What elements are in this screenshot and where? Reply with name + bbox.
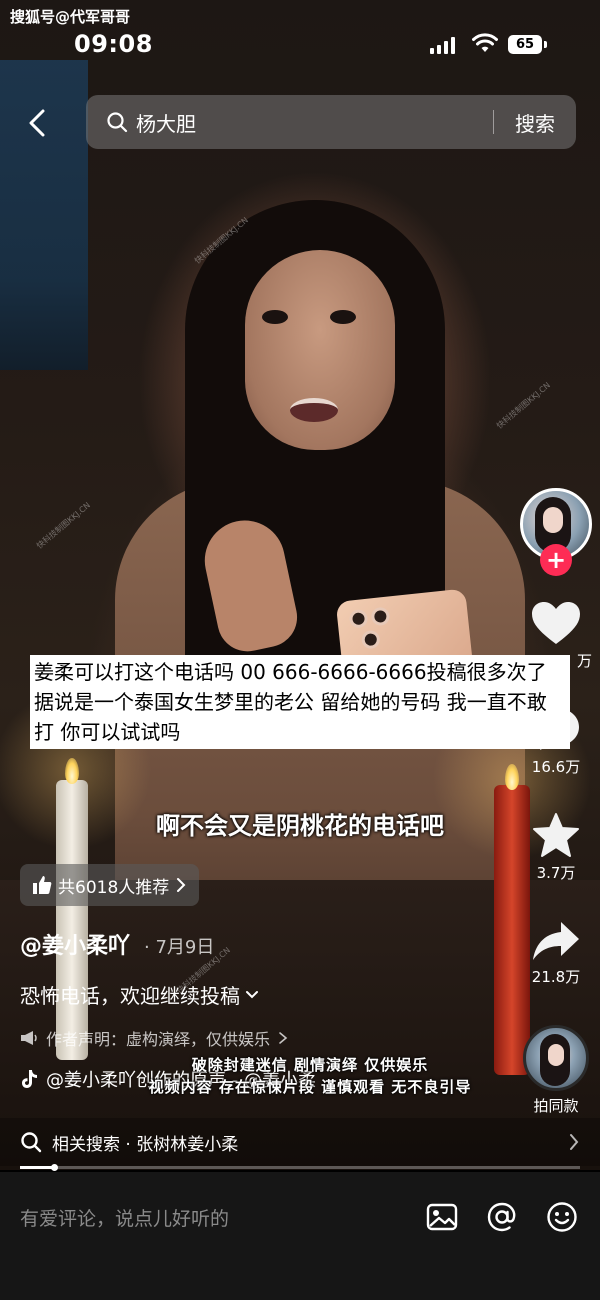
music-disc-button[interactable]: 拍同款 [520, 1025, 592, 1116]
comment-input[interactable]: 有爱评论，说点儿好听的 [20, 1204, 229, 1231]
video-progress-bar[interactable] [20, 1164, 580, 1171]
share-count: 21.8万 [531, 968, 581, 986]
heart-icon [532, 602, 580, 644]
same-style-label: 拍同款 [533, 1097, 579, 1115]
video-overlay-subtitle: 破除封建迷信 剧情演绎 仅供娱乐 [191, 1056, 429, 1074]
video-person-mouth [290, 398, 338, 422]
mention-icon[interactable] [485, 1200, 519, 1234]
back-button[interactable] [20, 105, 54, 141]
video-person-eye [330, 310, 356, 324]
emoji-icon[interactable] [545, 1200, 579, 1234]
overlay-text-card: 姜柔可以打这个电话吗 00 666-6666-6666投稿很多次了 据说是一个泰… [30, 655, 570, 749]
tiktok-note-icon [22, 1070, 37, 1088]
progress-fill [20, 1166, 54, 1169]
wifi-icon [472, 33, 498, 52]
related-search-text: 相关搜索 · 张树林姜小柔 [52, 1134, 239, 1155]
comment-count: 16.6万 [531, 758, 581, 776]
search-bar[interactable]: 杨大胆 搜索 [86, 95, 576, 149]
disclaimer-text: 作者声明：虚构演绎，仅供娱乐 [46, 1030, 271, 1049]
plus-icon: + [545, 546, 567, 574]
watermark: 快科技制图KKJ.CN [494, 380, 553, 431]
video-person-eye [262, 310, 288, 324]
search-icon [21, 1132, 42, 1153]
author-avatar-group[interactable]: + [520, 488, 592, 576]
follow-button[interactable]: + [540, 544, 572, 576]
candle-flame [65, 758, 79, 784]
chevron-right-icon [570, 1134, 579, 1150]
search-icon [107, 112, 128, 133]
thumbs-up-icon [33, 876, 52, 894]
video-caption[interactable]: 恐怖电话，欢迎继续投稿 [20, 980, 260, 1009]
favorite-count: 3.7万 [536, 864, 576, 882]
video-subtitle: 啊不会又是阴桃花的电话吧 [156, 812, 444, 840]
progress-handle[interactable] [50, 1164, 58, 1171]
share-arrow-icon [533, 922, 579, 960]
source-label: 搜狐号@代军哥哥 [10, 8, 131, 26]
chevron-down-icon [246, 990, 258, 998]
related-search-bar[interactable]: 相关搜索 · 张树林姜小柔 [0, 1118, 600, 1166]
share-button[interactable]: 21.8万 [520, 920, 592, 987]
caption-text: 恐怖电话，欢迎继续投稿 [20, 984, 240, 1008]
battery-indicator: 65 [508, 35, 547, 54]
chevron-right-icon [279, 1032, 288, 1044]
video-overlay-subtitle: 视频内容 存在惊悚片段 谨慎观看 无不良引导 [148, 1078, 472, 1096]
chevron-right-icon [177, 878, 186, 892]
author-row: @姜小柔吖 · 7月9日 [20, 928, 214, 960]
status-time: 09:08 [74, 30, 153, 58]
image-icon[interactable] [425, 1200, 459, 1234]
music-disc [523, 1025, 589, 1091]
author-name[interactable]: @姜小柔吖 [20, 928, 130, 960]
recommend-count: 共6018人推荐 [58, 877, 170, 898]
candle-flame [505, 764, 519, 790]
post-date: · 7月9日 [144, 937, 215, 958]
chevron-left-icon [29, 109, 45, 137]
comment-bar: 有爱评论，说点儿好听的 [0, 1172, 600, 1300]
search-button[interactable]: 搜索 [494, 108, 576, 137]
author-disclaimer[interactable]: 作者声明：虚构演绎，仅供娱乐 [20, 1026, 288, 1050]
search-query[interactable]: 杨大胆 [136, 108, 493, 137]
cellular-signal-icon [430, 36, 455, 54]
watermark: 快科技制图KKJ.CN [34, 500, 93, 551]
megaphone-icon [21, 1031, 37, 1045]
recommend-chip[interactable]: 共6018人推荐 [20, 864, 200, 906]
